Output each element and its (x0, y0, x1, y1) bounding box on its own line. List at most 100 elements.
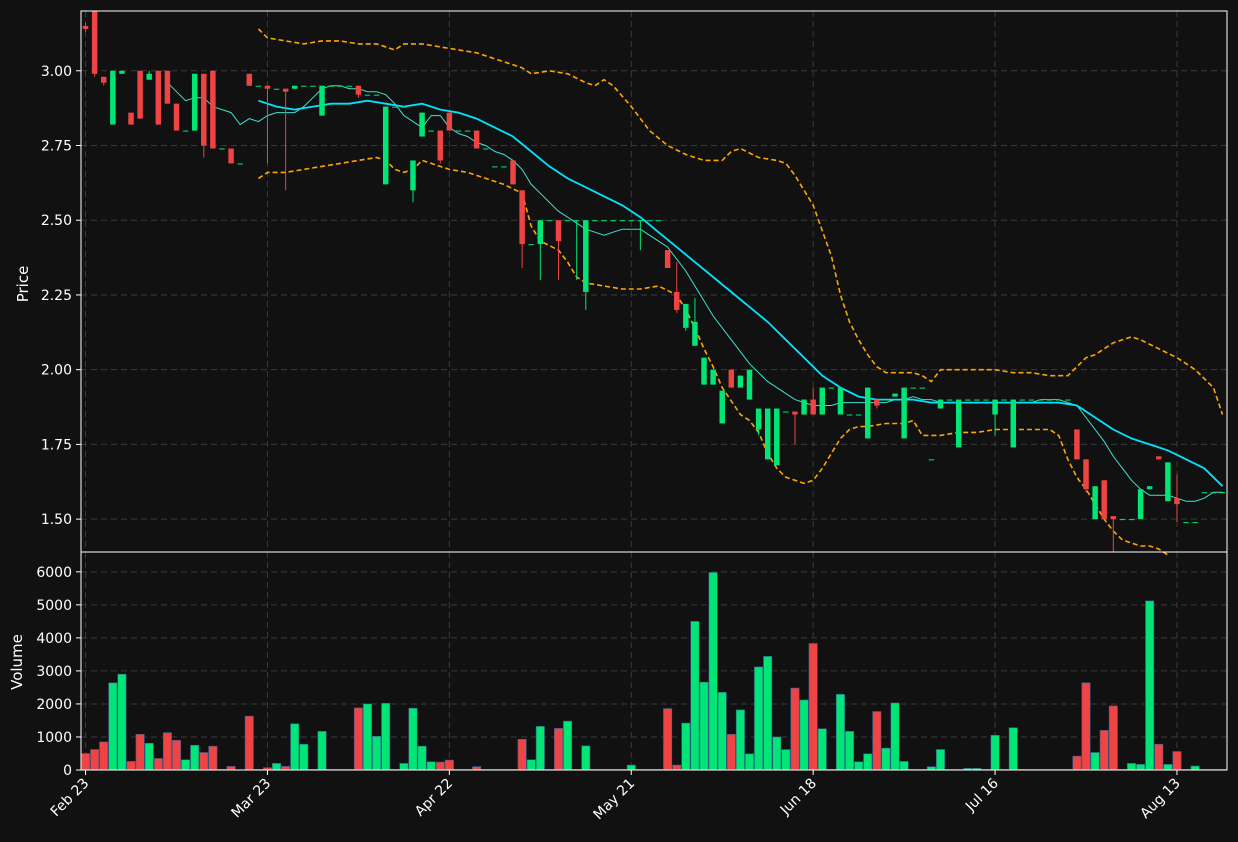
candle-body (1037, 399, 1044, 401)
candle-body (110, 70, 116, 125)
price-axis-title: Price (14, 266, 32, 303)
candle-body (619, 220, 625, 222)
candle-body (1146, 486, 1153, 490)
candle-body (646, 220, 653, 222)
candle-body (728, 369, 735, 388)
volume-bar (990, 735, 1000, 771)
volume-bar (699, 681, 709, 771)
candle-body (1219, 492, 1226, 494)
candle-body (255, 85, 262, 87)
volume-bar (272, 763, 282, 771)
candle-body (1156, 456, 1162, 460)
volume-bar (681, 722, 691, 771)
candle-body (674, 291, 680, 310)
candle-body (946, 399, 953, 401)
candle-body (746, 369, 753, 400)
volume-bar (1008, 727, 1018, 771)
candle-body (610, 220, 616, 222)
candle-body (937, 399, 944, 409)
volume-bar (126, 761, 136, 771)
candle-body (801, 399, 807, 415)
price-tick-label: 2.25 (41, 288, 72, 304)
volume-bar (244, 715, 254, 771)
candle-body (182, 130, 189, 132)
volume-bar (1099, 730, 1109, 771)
candle-body (537, 220, 544, 245)
volume-bar (754, 666, 764, 771)
candle-body (273, 88, 280, 90)
candle-body (719, 390, 725, 424)
candle-body (228, 148, 234, 164)
volume-bar (226, 766, 236, 771)
price-tick-label: 2.75 (41, 139, 72, 155)
candle-body (1101, 480, 1107, 520)
candle-body (701, 357, 707, 385)
candle-body (473, 130, 480, 149)
volume-bar (581, 745, 591, 771)
candle-body (292, 85, 298, 89)
candle-body (546, 220, 553, 222)
candle-body (1192, 522, 1198, 524)
volume-bar (199, 752, 209, 771)
candle-body (119, 70, 125, 74)
candle-body (164, 70, 171, 104)
candle-body (828, 387, 835, 389)
candle-body (464, 130, 471, 132)
candle-body (1074, 429, 1080, 460)
candle-body (373, 94, 380, 96)
volume-bar (890, 702, 900, 771)
volume-bar (1072, 755, 1082, 771)
candle-body (1110, 516, 1117, 520)
volume-bar (526, 759, 536, 771)
candle-body (783, 411, 789, 413)
candle-body (510, 160, 516, 185)
price-tick-label: 1.75 (41, 437, 72, 453)
candle-body (1065, 399, 1071, 401)
price-tick-label: 2.50 (41, 213, 72, 229)
candle-body (1019, 399, 1026, 401)
candlestick-chart: 1.50 1.75 2.00 2.25 2.50 2.75 3.00 Price 0 1000… (0, 0, 1238, 842)
candle-body (874, 399, 880, 406)
volume-bar (444, 759, 454, 771)
volume-bar (936, 749, 945, 771)
candle-body (82, 25, 89, 29)
volume-bar (1145, 600, 1155, 771)
candle-body (437, 130, 443, 161)
volume-bar (554, 728, 563, 771)
volume-bar (99, 741, 109, 771)
volume-bar (881, 747, 891, 771)
candle-body (919, 387, 926, 389)
candle-body (492, 166, 498, 168)
volume-bar (408, 707, 418, 771)
volume-bar (399, 763, 409, 771)
candle-body (1001, 399, 1007, 401)
candle-body (955, 399, 962, 448)
candle-body (1165, 462, 1171, 502)
volume-bar (417, 745, 427, 771)
candle-body (965, 399, 971, 401)
candle-body (364, 94, 371, 96)
volume-bar (799, 699, 809, 771)
candle-body (419, 112, 425, 137)
volume-bar (845, 731, 855, 771)
volume-bar (717, 692, 727, 771)
volume-bar (81, 753, 91, 771)
price-tick-label: 3.00 (41, 64, 72, 80)
candle-body (519, 190, 525, 245)
candle-body (191, 73, 198, 131)
volume-bar (872, 711, 882, 771)
candle-body (683, 303, 689, 328)
volume-bar (708, 572, 718, 771)
volume-bar (108, 682, 118, 771)
volume-bar (1163, 764, 1173, 771)
volume-bar (281, 766, 291, 771)
candle-body (282, 88, 289, 92)
candle-body (737, 375, 744, 388)
volume-bar (690, 621, 700, 771)
volume-bar (626, 764, 636, 771)
candle-body (755, 408, 762, 430)
candle-body (355, 85, 362, 95)
candle-body (201, 73, 207, 146)
volume-bar (1081, 682, 1091, 771)
volume-bar (299, 743, 309, 771)
